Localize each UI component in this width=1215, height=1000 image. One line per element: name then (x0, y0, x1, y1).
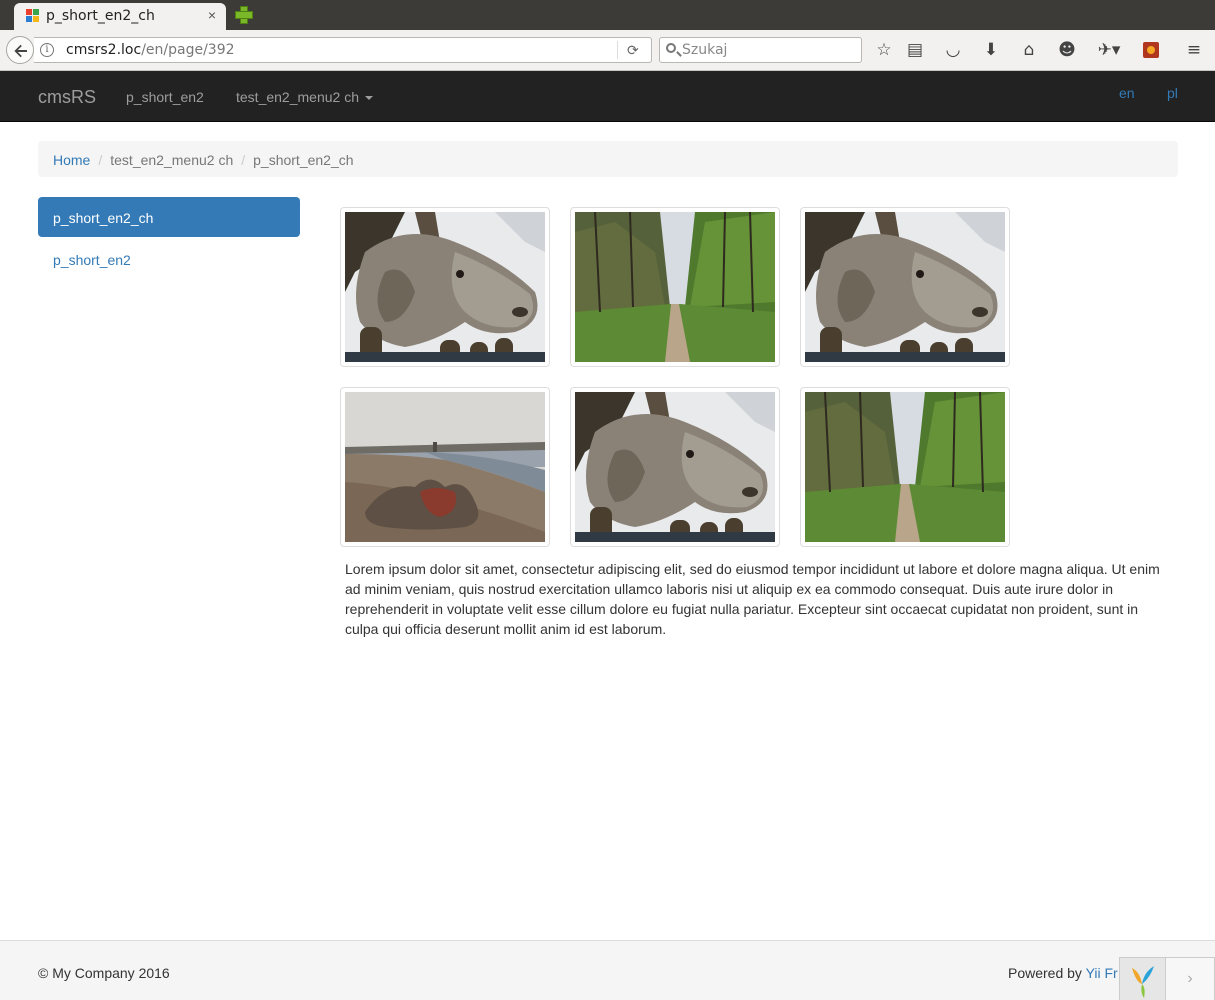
search-icon (666, 43, 676, 53)
browser-search-input[interactable] (682, 41, 852, 59)
nav-item-p-short-en2[interactable]: p_short_en2 (126, 89, 204, 105)
caret-down-icon (364, 96, 373, 101)
gallery-thumbnail[interactable] (570, 387, 780, 547)
site-footer: © My Company 2016 Powered by Yii Fr › (0, 940, 1215, 1000)
breadcrumb: Home / test_en2_menu2 ch / p_short_en2_ch (38, 141, 1178, 177)
home-icon[interactable]: ⌂ (1018, 39, 1040, 61)
browser-tab-bar: p_short_en2_ch × (0, 0, 1215, 30)
yii-framework-link[interactable]: Yii Fr (1086, 965, 1118, 981)
breadcrumb-current: p_short_en2_ch (253, 152, 354, 168)
site-favicon-icon (26, 9, 40, 23)
site-navbar: cmsRS p_short_en2 test_en2_menu2 ch en p… (0, 71, 1215, 122)
back-button[interactable] (6, 36, 34, 64)
sidebar-item-p-short-en2-ch[interactable]: p_short_en2_ch (38, 197, 300, 237)
gallery-thumbnail[interactable] (570, 207, 780, 367)
breadcrumb-separator: / (241, 152, 246, 168)
gallery-thumbnail[interactable] (800, 387, 1010, 547)
yii-debug-toolbar[interactable]: › (1119, 957, 1215, 1000)
address-bar[interactable]: i cmsrs2.loc/en/page/392 ⟳ (34, 37, 652, 63)
yii-logo-icon[interactable] (1119, 957, 1165, 1000)
reading-list-icon[interactable]: ▤ (904, 39, 926, 61)
donkey-photo (575, 392, 775, 542)
breadcrumb-home-link[interactable]: Home (53, 152, 90, 168)
debug-toggle-chevron-icon[interactable]: › (1165, 957, 1215, 1000)
gallery-thumbnail[interactable] (800, 207, 1010, 367)
language-pl-link[interactable]: pl (1167, 85, 1178, 101)
downloads-icon[interactable]: ⬇ (980, 39, 1002, 61)
donkey-photo (345, 212, 545, 362)
back-arrow-icon (14, 44, 27, 58)
beach-camel-photo (345, 392, 545, 542)
page-content-text: Lorem ipsum dolor sit amet, consectetur … (345, 561, 1160, 637)
browser-tab[interactable]: p_short_en2_ch × (14, 3, 226, 30)
gallery-thumbnail[interactable] (340, 207, 550, 367)
language-en-link[interactable]: en (1119, 85, 1135, 101)
reload-icon[interactable]: ⟳ (627, 42, 639, 59)
sidebar-menu: p_short_en2_ch p_short_en2 (38, 197, 300, 281)
address-text[interactable]: cmsrs2.loc/en/page/392 (66, 42, 235, 58)
extension-dropdown-icon[interactable]: ✈▾ (1092, 39, 1126, 61)
chat-icon[interactable]: ☻ (1056, 39, 1078, 61)
brand-link[interactable]: cmsRS (38, 87, 96, 108)
new-tab-plus-icon[interactable] (234, 5, 253, 24)
bookmark-star-icon[interactable]: ☆ (873, 39, 895, 61)
close-tab-icon[interactable]: × (208, 7, 216, 23)
forest-path-photo (575, 212, 775, 362)
extension-icon[interactable] (1143, 42, 1159, 58)
forest-path-photo (805, 392, 1005, 542)
hamburger-menu-icon[interactable]: ≡ (1183, 39, 1205, 61)
gallery-thumbnail[interactable] (340, 387, 550, 547)
donkey-photo (805, 212, 1005, 362)
nav-dropdown-menu2[interactable]: test_en2_menu2 ch (236, 89, 373, 105)
browser-toolbar: i cmsrs2.loc/en/page/392 ⟳ ☆ ▤ ◡ ⬇ ⌂ ☻ ✈… (0, 30, 1215, 71)
breadcrumb-separator: / (98, 152, 103, 168)
breadcrumb-item: test_en2_menu2 ch (110, 152, 234, 168)
browser-search-bar[interactable] (659, 37, 862, 63)
tab-title: p_short_en2_ch (46, 8, 155, 24)
copyright-text: © My Company 2016 (38, 965, 170, 981)
sidebar-item-p-short-en2[interactable]: p_short_en2 (38, 239, 300, 279)
page-info-icon[interactable]: i (40, 43, 54, 57)
powered-by-text: Powered by Yii Fr (1008, 965, 1118, 981)
pocket-icon[interactable]: ◡ (942, 39, 964, 61)
